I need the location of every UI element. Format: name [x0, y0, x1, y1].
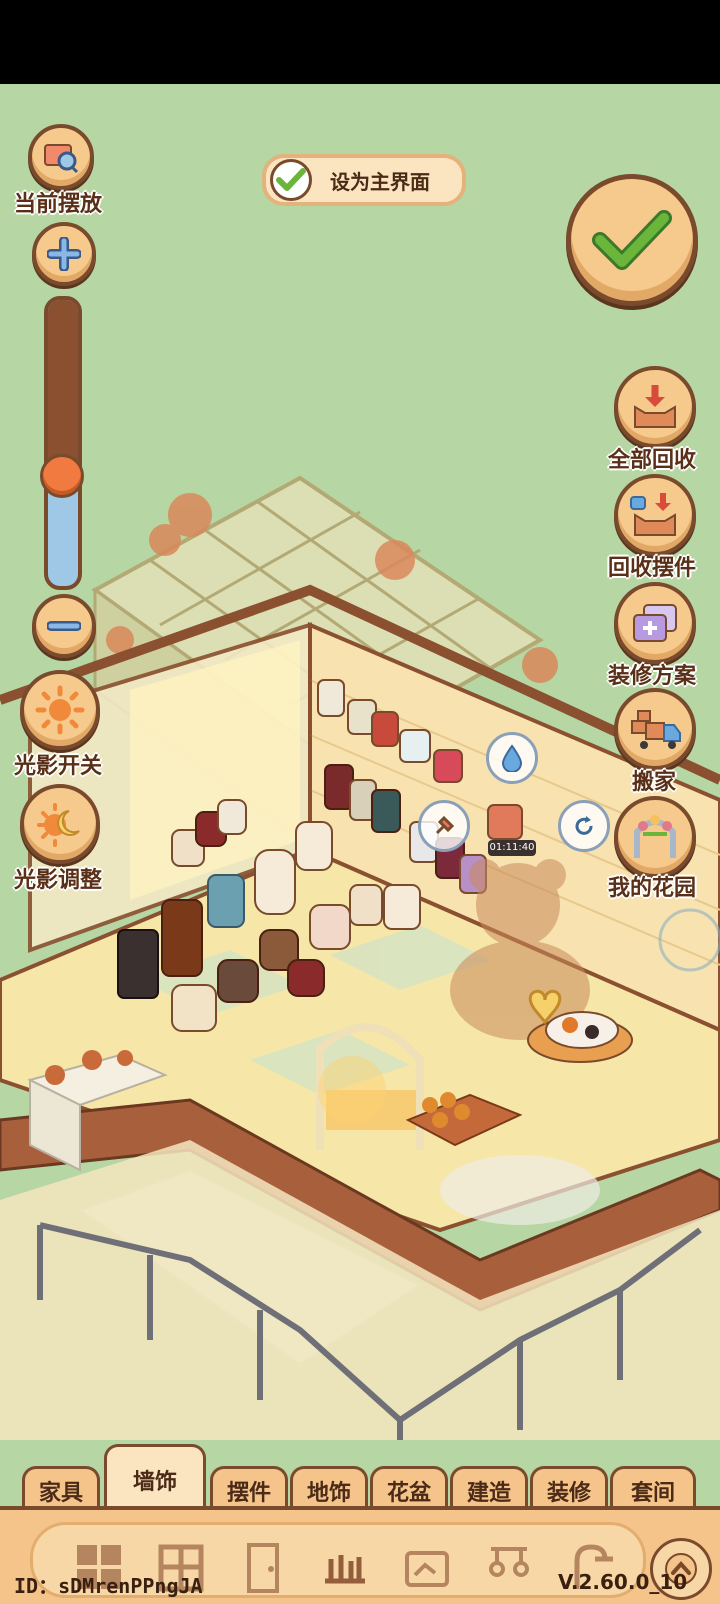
shovel-icon[interactable] — [418, 800, 470, 852]
item-timer: 01:11:40 — [488, 840, 536, 856]
my-garden-button[interactable] — [614, 796, 696, 878]
player-id: ID：sDMrenPPngJA — [14, 1574, 203, 1598]
frame-icon[interactable] — [401, 1541, 453, 1593]
zoom-in-button[interactable] — [32, 222, 96, 286]
set-home-toggle[interactable]: 设为主界面 — [262, 154, 466, 206]
light-toggle-label: 光影开关 — [14, 754, 103, 779]
door-icon[interactable] — [237, 1541, 289, 1593]
truck-icon — [631, 710, 681, 749]
sun-moon-icon — [37, 803, 80, 847]
category-tabs: 家具 墙饰 摆件 地饰 花盆 建造 装修 套间 — [22, 1444, 698, 1513]
recycle-items-label: 回收摆件 — [608, 556, 697, 581]
tab-wall-decor[interactable]: 墙饰 — [104, 1444, 206, 1513]
magnifier-cards-icon — [44, 144, 79, 174]
minus-icon — [47, 621, 81, 631]
current-placement-label: 当前摆放 — [14, 192, 103, 217]
garden-arch-icon — [634, 815, 676, 858]
light-adjust-label: 光影调整 — [14, 868, 103, 893]
check-icon — [270, 159, 312, 201]
box-arrow-icon — [634, 385, 676, 428]
decoration-plan-label: 装修方案 — [608, 664, 697, 689]
recycle-all-label: 全部回收 — [608, 448, 697, 473]
set-home-label: 设为主界面 — [330, 169, 430, 194]
zoom-slider-fill — [48, 300, 78, 477]
light-adjust-button[interactable] — [20, 784, 100, 864]
recycle-items-button[interactable] — [614, 474, 696, 556]
plus-icon — [47, 237, 81, 271]
my-garden-label: 我的花园 — [608, 876, 697, 901]
current-placement-button[interactable] — [28, 124, 94, 190]
cards-plus-icon — [633, 604, 677, 642]
version-text: V.2.60.0_10 — [558, 1570, 688, 1594]
move-house-button[interactable] — [614, 688, 696, 770]
zoom-slider[interactable] — [44, 296, 82, 590]
recycle-all-button[interactable] — [614, 366, 696, 448]
status-bar — [0, 0, 720, 84]
checkmark-icon — [592, 210, 672, 270]
decoration-plan-button[interactable] — [614, 582, 696, 664]
zoom-slider-handle[interactable] — [40, 454, 84, 498]
lamp-icon[interactable] — [483, 1541, 535, 1593]
sun-icon — [35, 685, 85, 735]
water-drop-icon[interactable] — [486, 732, 538, 784]
confirm-button[interactable] — [566, 174, 698, 306]
shelf-icon[interactable] — [319, 1541, 371, 1593]
box-recycle-icon — [630, 493, 676, 536]
light-toggle-button[interactable] — [20, 670, 100, 750]
zoom-out-button[interactable] — [32, 594, 96, 658]
rotate-icon[interactable] — [558, 800, 610, 852]
move-house-label: 搬家 — [632, 770, 677, 795]
